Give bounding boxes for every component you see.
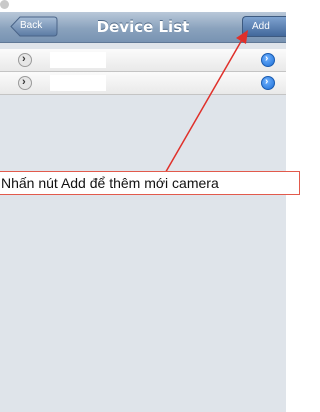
annotation-callout: Nhấn nút Add để thêm mới camera (0, 171, 300, 195)
annotation-text: Nhấn nút Add để thêm mới camera (1, 175, 219, 191)
annotation-arrow-icon (159, 30, 248, 183)
